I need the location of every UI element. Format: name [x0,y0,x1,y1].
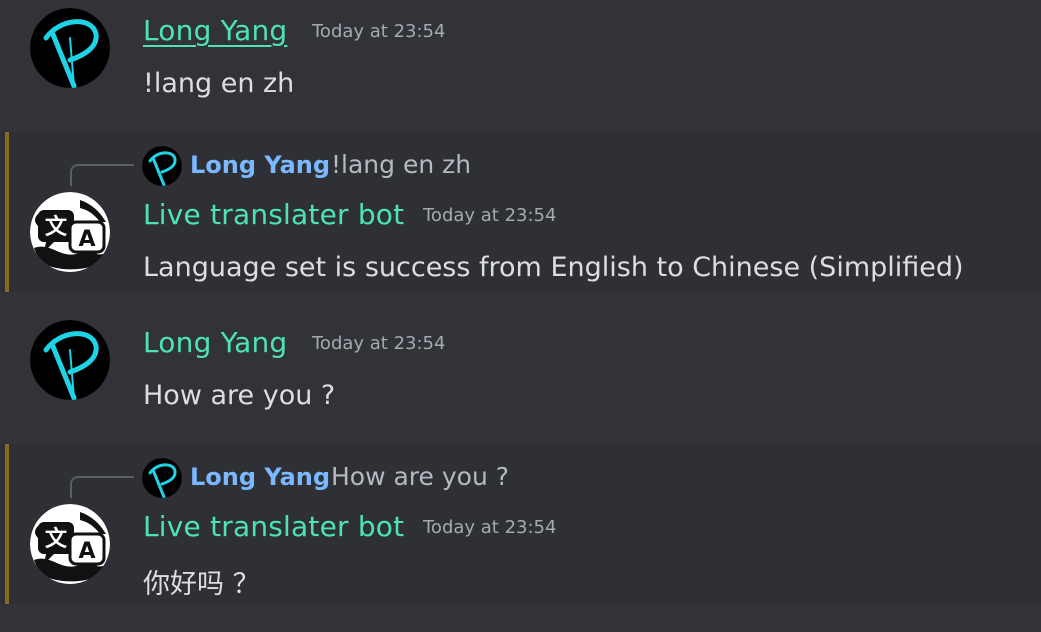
message-author[interactable]: Long Yang [143,14,287,47]
reply-author[interactable]: Long Yang [190,463,330,491]
message-timestamp: Today at 23:54 [312,21,446,42]
svg-text:A: A [78,539,95,564]
message-author[interactable]: Live translater bot [143,198,404,231]
message-timestamp: Today at 23:54 [423,205,557,226]
reply-preview-text[interactable]: !lang en zh [331,150,471,179]
translate-icon: 文 A [30,192,110,272]
message-content: Language set is success from English to … [143,252,964,283]
reply-connector [70,476,134,498]
message-timestamp: Today at 23:54 [423,517,557,538]
reply-avatar[interactable] [142,146,182,186]
message-author[interactable]: Live translater bot [143,510,404,543]
reply-avatar[interactable] [142,458,182,498]
user-avatar[interactable] [30,320,110,400]
reply-preview-text[interactable]: How are you ? [331,462,509,491]
message-item[interactable]: Long Yang !lang en zh 文 A Live translate… [0,132,1041,292]
tie-logo-icon [142,146,182,186]
bot-avatar[interactable]: 文 A [30,192,110,272]
tie-logo-icon [30,8,110,88]
message-timestamp: Today at 23:54 [312,333,446,354]
message-content: !lang en zh [143,68,295,99]
reply-author[interactable]: Long Yang [190,151,330,179]
svg-text:文: 文 [45,526,68,552]
message-item[interactable]: Long Yang Today at 23:54 !lang en zh [0,0,1041,132]
tie-logo-icon [142,458,182,498]
bot-avatar[interactable]: 文 A [30,504,110,584]
message-item[interactable]: Long Yang How are you ? 文 A Live transla… [0,444,1041,604]
user-avatar[interactable] [30,8,110,88]
svg-text:文: 文 [45,214,68,240]
tie-logo-icon [30,320,110,400]
message-item[interactable]: Long Yang Today at 23:54 How are you ? [0,292,1041,444]
svg-text:A: A [78,227,95,252]
message-content: How are you ? [143,380,336,411]
translate-icon: 文 A [30,504,110,584]
chat-message-list: Long Yang Today at 23:54 !lang en zh Lon… [0,0,1041,632]
message-content: 你好吗 ？ [143,569,260,600]
message-author[interactable]: Long Yang [143,326,287,359]
reply-connector [70,164,134,186]
